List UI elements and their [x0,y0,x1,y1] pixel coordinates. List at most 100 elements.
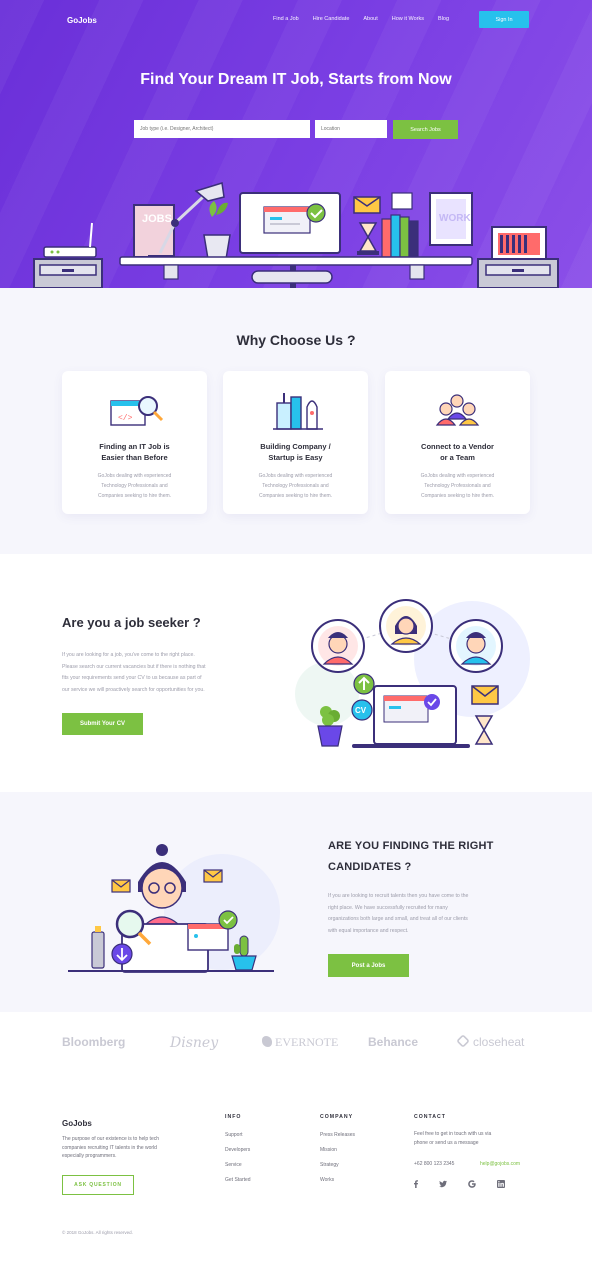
card-title-line: Building Company / [260,442,331,451]
footer-link-developers[interactable]: Developers [225,1147,250,1153]
location-input[interactable] [315,120,387,138]
footer-link-get-started[interactable]: Get Started [225,1177,251,1183]
google-icon[interactable] [468,1180,476,1188]
logo[interactable]: GoJobs [67,16,97,25]
disney-logo: Disney [170,1035,219,1051]
download-icon [111,943,133,965]
recruit-title-line: CANDIDATES ? [328,861,412,873]
footer-phone[interactable]: +62 800 123 2345 [414,1161,454,1167]
card-text-line: GoJobs dealing with experienced [420,473,495,479]
jobs-book-icon: JOBS [133,204,175,258]
footer-link-strategy[interactable]: Strategy [320,1162,339,1168]
router-icon [43,222,97,258]
submit-cv-button[interactable]: Submit Your CV [62,713,143,735]
facebook-icon[interactable] [412,1180,420,1188]
why-title: Why Choose Us ? [236,332,356,348]
footer-about-line: companies recruiting IT talents in the w… [62,1144,157,1151]
footer-contact-text: Feel free to get in touch with us via ph… [414,1130,514,1147]
svg-text:</>: </> [118,414,133,423]
card-text: GoJobs dealing with experienced Technolo… [237,471,354,501]
recruiter-illustration [68,844,280,973]
book-letters: JOBS [142,213,172,225]
card-text-line: Technology Professionals and [101,483,168,489]
job-seeker-illustration: CV [295,599,530,748]
job-seeker-section: Are you a job seeker ? If you are lookin… [0,554,592,792]
card-text-line: GoJobs dealing with experienced [258,473,333,479]
footer-link-works[interactable]: Works [320,1177,334,1183]
seeker-title: Are you a job seeker ? [62,615,201,630]
cv-badge-icon: CV [351,699,373,721]
footer-info-heading: INFO [225,1114,242,1120]
card-title-line: Easier than Before [101,453,168,462]
card-text: GoJobs dealing with experienced Technolo… [399,471,516,501]
card-text-line: Companies seeking to hire them. [258,493,333,499]
card-title-line: Connect to a Vendor [421,442,494,451]
hero-title: Find Your Dream IT Job, Starts from Now [140,71,452,88]
work-poster-icon: WORK [429,192,473,246]
evernote-logo: EVERNOTE [262,1035,338,1050]
card-text-line: Companies seeking to hire them. [97,493,172,499]
plant-pot-icon [317,706,343,747]
page: GoJobs Find a Job Hire Candidate About H… [0,0,592,1280]
search-jobs-button[interactable]: Search Jobs [393,120,458,139]
envelope-icon [111,879,131,893]
card-text-line: GoJobs dealing with experienced [97,473,172,479]
card-text: GoJobs dealing with experienced Technolo… [76,471,193,501]
card-text-line: Technology Professionals and [262,483,329,489]
code-browser-search-icon: </> [110,396,164,426]
card-text-line: Companies seeking to hire them. [420,493,495,499]
nav-about[interactable]: About [363,16,377,22]
footer-contact-line: Feel free to get in touch with us via [414,1131,492,1137]
footer-link-service[interactable]: Service [225,1162,242,1168]
ask-question-button[interactable]: ASK QUESTION [62,1175,134,1195]
card-title-line: Startup is Easy [268,453,323,462]
card-title: Finding an IT Job is Easier than Before [72,441,197,463]
recruit-section: ARE YOU FINDING THE RIGHT CANDIDATES ? I… [0,792,592,1012]
nav-how-it-works[interactable]: How it Works [392,16,424,22]
bloomberg-logo: Bloomberg [62,1035,126,1049]
brand-logos: Bloomberg Disney EVERNOTE Behance closeh… [0,1012,592,1074]
nav-find-job[interactable]: Find a Job [273,16,299,22]
desk-surface [119,256,473,288]
recruit-text: If you are looking to recruit talents th… [328,891,528,937]
nav-hire-candidate[interactable]: Hire Candidate [313,16,350,22]
footer-company-heading: COMPANY [320,1114,354,1120]
recruit-text-line: with equal importance and respect. [328,927,409,934]
linkedin-icon[interactable] [497,1180,505,1188]
books-stack-icon [381,192,419,258]
desk-illustration: JOBS WORK [33,182,559,288]
feature-card: Connect to a Vendor or a Team GoJobs dea… [385,371,530,514]
footer-link-press-releases[interactable]: Press Releases [320,1132,355,1138]
job-type-input[interactable] [134,120,310,138]
footer: GoJobs The purpose of our existence is t… [0,1074,592,1280]
card-title-line: or a Team [440,453,475,462]
hero-section: GoJobs Find a Job Hire Candidate About H… [0,0,592,288]
hourglass-icon [474,715,494,745]
seeker-text-line: Please search our current vacancies but … [62,663,206,670]
right-drawer-cabinet [477,258,559,288]
main-nav: Find a Job Hire Candidate About How it W… [259,16,449,22]
elephant-icon [262,1036,272,1047]
card-text-line: Technology Professionals and [424,483,491,489]
recruit-text-line: If you are looking to recruit talents th… [328,893,469,899]
plant-icon [203,201,231,260]
recruit-text-line: organizations both large and small, and … [328,916,468,922]
evernote-label: EVERNOTE [275,1035,339,1049]
footer-logo[interactable]: GoJobs [62,1119,92,1128]
hexagon-icon [456,1034,470,1048]
envelope-icon [353,196,381,214]
footer-link-support[interactable]: Support [225,1132,243,1138]
footer-contact-heading: CONTACT [414,1114,446,1120]
sign-in-button[interactable]: Sign In [479,11,529,28]
twitter-icon[interactable] [439,1180,447,1188]
nav-blog[interactable]: Blog [438,16,449,22]
avatar-man-icon [311,619,365,673]
footer-link-mission[interactable]: Mission [320,1147,337,1153]
footer-email[interactable]: help@gojobs.com [480,1161,520,1167]
closeheat-label: closeheat [473,1035,525,1049]
closeheat-logo: closeheat [456,1034,525,1049]
bottle-icon [91,926,105,969]
feature-card: Building Company / Startup is Easy GoJob… [223,371,368,514]
copyright: © 2018 GoJobs. All rights reserved. [62,1230,133,1235]
post-jobs-button[interactable]: Post a Jobs [328,954,409,977]
